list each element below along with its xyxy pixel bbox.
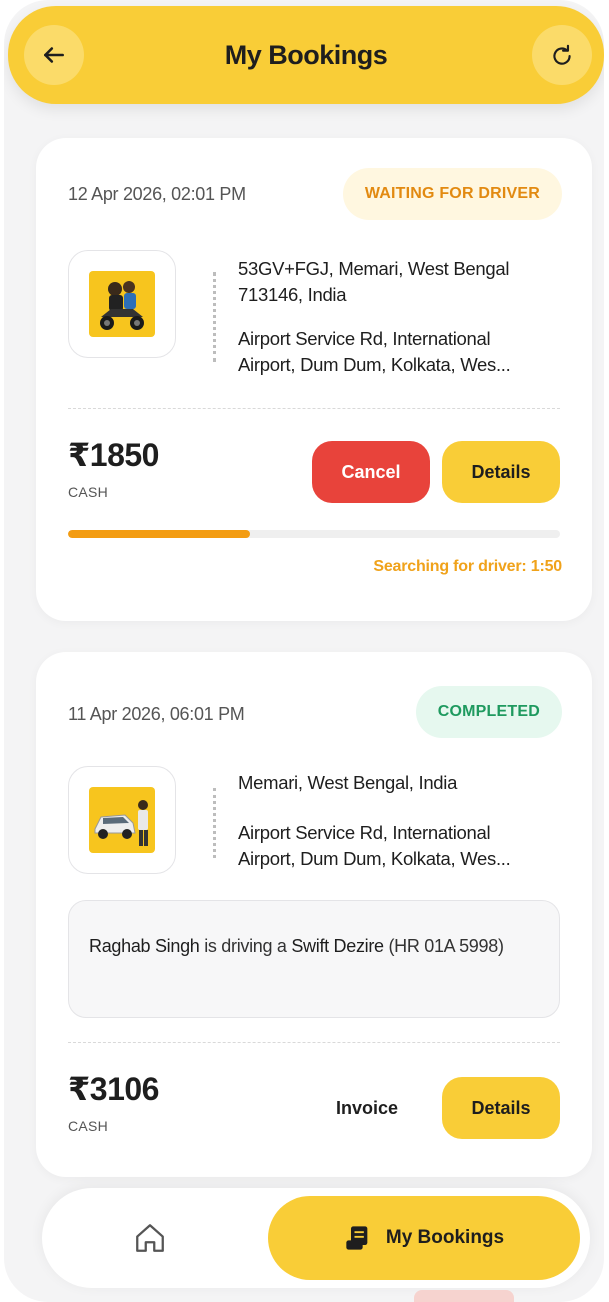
payment-type: CASH	[68, 484, 109, 500]
page-title: My Bookings	[224, 39, 388, 70]
app-header: My Bookings	[8, 6, 604, 104]
divider	[68, 1042, 560, 1043]
nav-bookings-label: My Bookings	[385, 1227, 505, 1248]
receipt-icon	[346, 1226, 368, 1250]
home-icon	[136, 1224, 164, 1252]
cancel-button[interactable]: Cancel	[312, 441, 430, 503]
vehicle-thumbnail	[68, 766, 176, 874]
price: ₹1850	[68, 437, 159, 473]
price: ₹3106	[68, 1071, 159, 1107]
route-line	[213, 272, 216, 362]
next-card-peek	[414, 1290, 514, 1302]
booking-date: 11 Apr 2026, 06:01 PM	[68, 704, 245, 724]
route-line	[213, 788, 216, 858]
vehicle-thumbnail	[68, 250, 176, 358]
details-button[interactable]: Details	[442, 1077, 560, 1139]
nav-home-button[interactable]	[128, 1216, 172, 1260]
booking-date: 12 Apr 2026, 02:01 PM	[68, 184, 246, 204]
searching-status: Searching for driver: 1:50	[373, 558, 562, 575]
refresh-icon	[553, 44, 571, 65]
search-progress-bar	[68, 530, 560, 538]
booking-card[interactable]: 12 Apr 2026, 02:01 PM WAITING FOR DRIVER	[36, 138, 592, 621]
car-icon	[89, 787, 155, 853]
vehicle-model: Swift Dezire	[291, 936, 384, 956]
back-button[interactable]	[24, 25, 84, 85]
bike-rider-icon	[89, 271, 155, 337]
refresh-button[interactable]	[532, 25, 592, 85]
progress-fill	[68, 530, 251, 538]
invoice-button[interactable]: Invoice	[308, 1077, 426, 1139]
status-badge: COMPLETED	[415, 686, 562, 738]
driver-info: Raghab Singh is driving a Swift Dezire (…	[68, 900, 560, 1018]
status-badge: WAITING FOR DRIVER	[342, 168, 562, 220]
pickup-address: Memari, West Bengal, India	[238, 772, 458, 793]
bottom-nav: My Bookings	[42, 1188, 590, 1288]
vehicle-plate: (HR 01A 5998)	[383, 936, 504, 956]
app-frame: My Bookings 12 Apr 2026, 02:01 PM WAITIN…	[4, 0, 604, 1302]
dropoff-address: Airport Service Rd, International Airpor…	[238, 328, 511, 375]
dropoff-address: Airport Service Rd, International Airpor…	[238, 822, 511, 869]
driver-text: is driving a	[199, 936, 292, 956]
details-button[interactable]: Details	[442, 441, 560, 503]
driver-name: Raghab Singh	[89, 936, 200, 956]
arrow-left-icon	[44, 47, 64, 63]
divider	[68, 408, 560, 409]
booking-card[interactable]: 11 Apr 2026, 06:01 PM COMPLETED Memari, …	[36, 652, 592, 1177]
nav-bookings-tab[interactable]: My Bookings	[268, 1196, 580, 1280]
pickup-address: 53GV+FGJ, Memari, West Bengal 713146, In…	[238, 258, 510, 305]
payment-type: CASH	[68, 1118, 109, 1134]
